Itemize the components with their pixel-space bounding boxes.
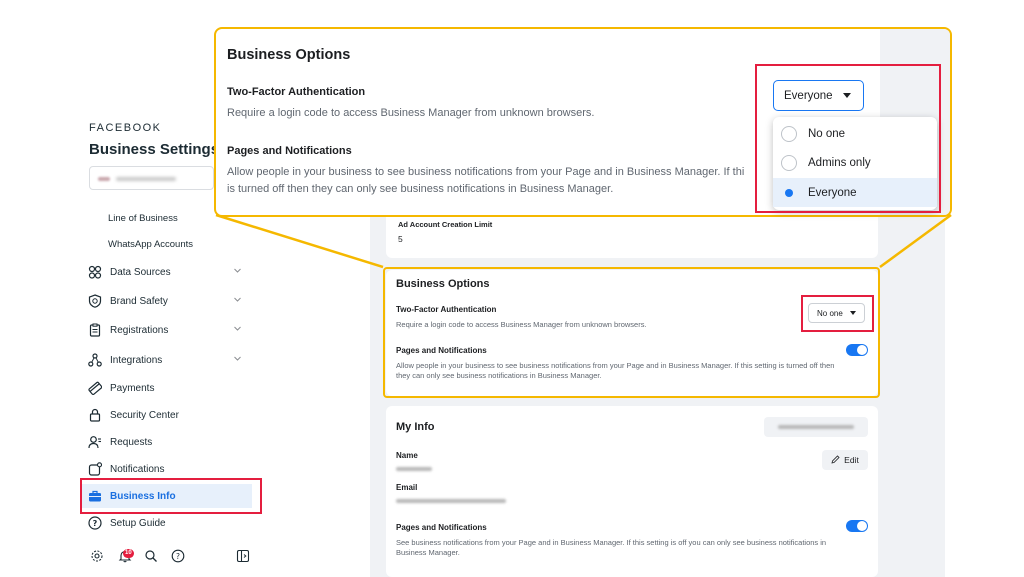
sidebar-item-requests[interactable]: Requests <box>82 430 252 454</box>
sidebar-item-label: Brand Safety <box>110 295 168 307</box>
clipboard-icon <box>88 323 102 337</box>
svg-text:?: ? <box>176 552 180 561</box>
my-pages-notifications-title: Pages and Notifications <box>396 523 487 532</box>
pages-notifications-description: Allow people in your business to see bus… <box>396 361 835 380</box>
help-icon: ? <box>88 516 102 530</box>
sidebar-item-data-sources[interactable]: Data Sources <box>82 260 252 284</box>
sidebar-item-security-center[interactable]: Security Center <box>82 403 252 427</box>
radio-button <box>781 125 797 142</box>
my-pages-notifications-description: See business notifications from your Pag… <box>396 538 827 557</box>
sidebar-item-label: Security Center <box>110 409 179 421</box>
chevron-down-icon <box>233 266 242 278</box>
sidebar-item-label: Requests <box>110 436 153 448</box>
edit-button[interactable]: Edit <box>822 450 868 470</box>
briefcase-icon <box>88 489 102 503</box>
option-admins-only[interactable]: Admins only <box>773 148 937 177</box>
page-title: Business Settings <box>89 141 220 158</box>
sidebar-item-label: Registrations <box>110 324 169 336</box>
radio-button <box>781 154 797 171</box>
role-button-redacted[interactable] <box>764 417 868 437</box>
zoom-business-options-title: Business Options <box>227 47 351 63</box>
radio-button-selected <box>781 185 797 201</box>
two-factor-options-menu: No one Admins only Everyone <box>773 117 937 210</box>
panel-toggle-icon[interactable] <box>236 549 250 568</box>
sidebar-item-label: Integrations <box>110 354 163 366</box>
option-label: Everyone <box>808 186 857 199</box>
user-request-icon <box>88 435 102 449</box>
zoom-two-factor-title: Two-Factor Authentication <box>227 86 366 98</box>
sidebar-item-label: Payments <box>110 382 155 394</box>
two-factor-dropdown[interactable]: No one <box>808 303 865 323</box>
option-everyone[interactable]: Everyone <box>773 178 937 207</box>
ad-account-limit-value: 5 <box>398 234 403 244</box>
zoom-pages-notifications-description: Allow people in your business to see bus… <box>227 164 787 198</box>
zoom-pages-desc-line1: Allow people in your business to see bus… <box>227 166 745 178</box>
chevron-down-icon <box>233 324 242 336</box>
help-icon[interactable]: ? <box>171 549 185 568</box>
lock-icon <box>88 408 102 422</box>
zoom-dropdown-value: Everyone <box>784 89 833 102</box>
sidebar-item-label: Notifications <box>110 463 165 475</box>
sidebar-item-payments[interactable]: Payments <box>82 376 252 400</box>
notifications-icon <box>88 462 102 476</box>
zoom-pages-desc-line2: is turned off then they can only see bus… <box>227 183 614 195</box>
sidebar-item-business-info[interactable]: Business Info <box>82 484 252 508</box>
my-pages-notifications-toggle[interactable] <box>846 520 868 532</box>
pages-notifications-toggle[interactable] <box>846 344 868 356</box>
sidebar-item-registrations[interactable]: Registrations <box>82 318 252 342</box>
email-label: Email <box>396 483 418 492</box>
name-value-redacted <box>396 467 432 471</box>
caret-down-icon <box>850 311 856 315</box>
option-no-one[interactable]: No one <box>773 119 937 148</box>
business-avatar <box>98 177 110 181</box>
business-options-card: Business Options Two-Factor Authenticati… <box>386 270 878 396</box>
option-label: Admins only <box>808 156 871 169</box>
pages-notifications-title: Pages and Notifications <box>396 346 487 355</box>
business-selector[interactable] <box>89 166 214 190</box>
sidebar-item-setup-guide[interactable]: ? Setup Guide <box>82 511 252 535</box>
sidebar-bottom-toolbar: 10 ? <box>78 547 263 569</box>
sidebar-subitem-whatsapp-accounts[interactable]: WhatsApp Accounts <box>108 239 193 250</box>
pencil-icon <box>831 454 840 466</box>
two-factor-title: Two-Factor Authentication <box>396 305 497 314</box>
chevron-down-icon <box>233 295 242 307</box>
facebook-brand: FACEBOOK <box>89 122 162 134</box>
email-value-redacted <box>396 499 506 503</box>
zoom-pages-notifications-title: Pages and Notifications <box>227 145 352 157</box>
business-name-redacted <box>116 177 176 181</box>
integrations-icon <box>88 353 102 367</box>
ad-account-limit-label: Ad Account Creation Limit <box>398 220 493 229</box>
settings-icon[interactable] <box>90 549 104 568</box>
sidebar-subitem-line-of-business[interactable]: Line of Business <box>108 213 178 224</box>
sidebar-item-notifications[interactable]: Notifications <box>82 457 252 481</box>
business-options-title: Business Options <box>396 278 490 290</box>
two-factor-description: Require a login code to access Business … <box>396 320 647 329</box>
sidebar-item-integrations[interactable]: Integrations <box>82 348 252 372</box>
sidebar-item-label: Setup Guide <box>110 517 166 529</box>
sidebar-item-label: Business Info <box>110 490 176 502</box>
zoom-two-factor-description: Require a login code to access Business … <box>227 107 595 119</box>
role-redacted <box>778 425 854 429</box>
two-factor-dropdown-value: No one <box>817 308 843 318</box>
my-info-title: My Info <box>396 421 435 433</box>
payments-icon <box>88 381 102 395</box>
notification-badge: 10 <box>123 549 134 558</box>
sidebar-item-brand-safety[interactable]: Brand Safety <box>82 289 252 313</box>
data-sources-icon <box>88 265 102 279</box>
chevron-down-icon <box>233 354 242 366</box>
svg-text:?: ? <box>93 519 98 528</box>
name-label: Name <box>396 451 418 460</box>
caret-down-icon <box>843 93 851 98</box>
sidebar-item-label: Data Sources <box>110 266 171 278</box>
zoom-two-factor-dropdown[interactable]: Everyone <box>773 80 864 111</box>
shield-icon <box>88 294 102 308</box>
edit-button-label: Edit <box>844 455 859 465</box>
search-icon[interactable] <box>144 549 158 568</box>
option-label: No one <box>808 127 846 140</box>
my-info-card: My Info Name Edit Email Pages and Notifi… <box>386 406 878 577</box>
